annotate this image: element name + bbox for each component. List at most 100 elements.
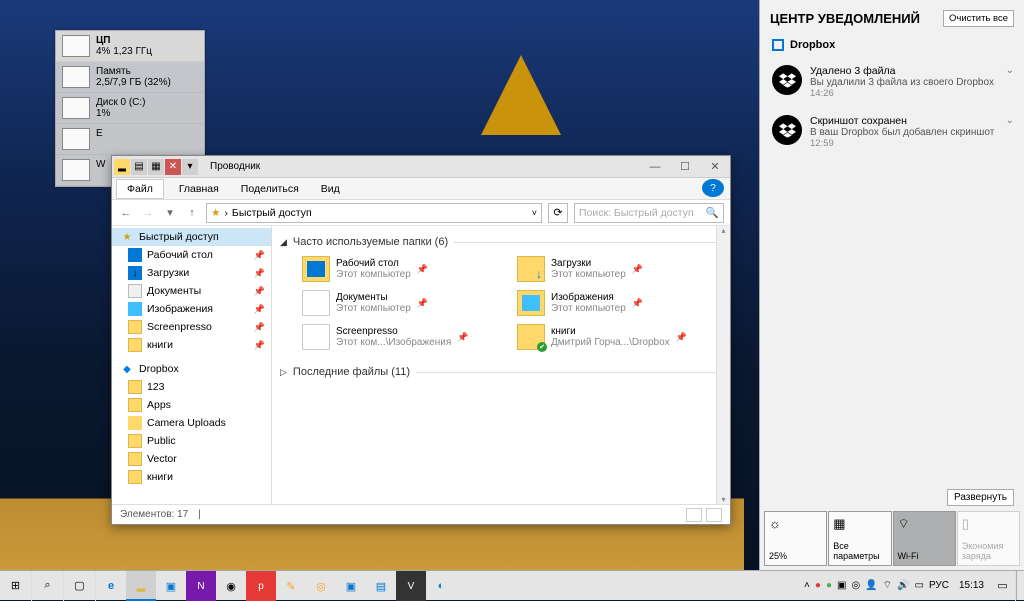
item-desktop[interactable]: Рабочий столЭтот компьютер📌 [300,254,507,284]
action-center: ЦЕНТР УВЕДОМЛЕНИЙ Очистить все Dropbox У… [759,0,1024,570]
star-icon: ★ [211,207,220,219]
qat-close[interactable]: ✕ [165,159,181,175]
qa-settings[interactable]: ▦Все параметры [828,511,891,566]
tray-location-icon[interactable]: ◎ [851,580,860,591]
nav-back[interactable]: ← [118,207,134,219]
sidebar-books2[interactable]: книги [112,468,271,486]
help-icon[interactable]: ? [702,179,724,197]
expand-button[interactable]: Развернуть [947,489,1014,506]
sidebar-quick-access[interactable]: ★Быстрый доступ [112,228,271,246]
status-bar: Элементов: 17| [112,504,730,524]
content-pane: ◢ Часто используемые папки (6) Рабочий с… [272,226,730,504]
chrome-app[interactable]: ◉ [216,571,246,601]
tray-wifi-icon[interactable]: ⌔ [883,579,892,592]
tray-circle-icon[interactable]: ● [815,580,821,591]
chevron-down-icon[interactable]: ⌄ [1006,65,1014,99]
explorer-titlebar[interactable]: ▂ ▤ ▦ ✕ ▾ Проводник — ☐ ✕ [112,156,730,178]
sidebar-apps[interactable]: Apps [112,396,271,414]
ribbon-file[interactable]: Файл [116,179,164,199]
tray-lang[interactable]: РУС [929,580,949,591]
group-recent[interactable]: ▷ Последние файлы (11) [280,366,722,378]
sidebar-123[interactable]: 123 [112,378,271,396]
qat-dropdown[interactable]: ▾ [182,159,198,175]
edge-app[interactable]: e [96,571,126,601]
tray-green-icon[interactable]: ● [826,580,832,591]
explorer-app[interactable]: ▂ [126,571,156,601]
tray-volume-icon[interactable]: 🔊 [897,580,909,591]
taskbar-clock[interactable]: 15:13 [953,580,990,591]
tray-box-icon[interactable]: ▣ [837,580,846,591]
search-box[interactable]: Поиск: Быстрый доступ 🔍 [574,203,724,223]
minimize-button[interactable]: — [640,156,670,178]
blue-app[interactable]: ▣ [336,571,366,601]
group-frequent[interactable]: ◢ Часто используемые папки (6) [280,236,722,248]
nav-forward[interactable]: → [140,207,156,219]
sidebar-pictures[interactable]: Изображения📌 [112,300,271,318]
notification-item[interactable]: Удалено 3 файла Вы удалили 3 файла из св… [760,57,1024,107]
task-view-button[interactable]: ▢ [64,571,96,601]
store-app[interactable]: ▣ [156,571,186,601]
sysmon-memory[interactable]: Память2,5/7,9 ГБ (32%) [56,62,204,93]
sidebar-books[interactable]: книги📌 [112,336,271,354]
tray-chevron-icon[interactable]: ˄ [804,580,810,591]
show-desktop-button[interactable] [1016,571,1024,600]
scrollbar[interactable] [716,226,730,504]
sidebar-dropbox[interactable]: ◆Dropbox [112,360,271,378]
pencil-app[interactable]: ✎ [276,571,306,601]
tray-people-icon[interactable]: 👤 [865,580,877,591]
sidebar-screenpresso[interactable]: Screenpresso📌 [112,318,271,336]
sidebar-vector[interactable]: Vector [112,450,271,468]
qa-battery[interactable]: ▯Экономия заряда [957,511,1020,566]
view-details-icon[interactable] [686,508,702,522]
b-app[interactable]: ▤ [366,571,396,601]
qat-properties[interactable]: ▤ [131,159,147,175]
sidebar-public[interactable]: Public [112,432,271,450]
ribbon-view[interactable]: Вид [310,179,351,199]
qat-icon-explorer[interactable]: ▂ [114,159,130,175]
item-pictures[interactable]: ИзображенияЭтот компьютер📌 [515,288,722,318]
system-tray: ˄ ● ● ▣ ◎ 👤 ⌔ 🔊 ▭ РУС [800,579,953,592]
sidebar-documents[interactable]: Документы📌 [112,282,271,300]
chevron-down-icon: ◢ [280,237,287,248]
view-tiles-icon[interactable] [706,508,722,522]
nav-recent[interactable]: ▾ [162,206,178,219]
circle-app[interactable]: ◎ [306,571,336,601]
item-books[interactable]: книгиДмитрий Горча...\Dropbox📌 [515,322,722,352]
qa-wifi[interactable]: ⌔Wi-Fi [893,511,956,566]
notification-item[interactable]: Скриншот сохранен В ваш Dropbox был доба… [760,107,1024,157]
item-downloads[interactable]: ЗагрузкиЭтот компьютер📌 [515,254,722,284]
close-button[interactable]: ✕ [700,156,730,178]
nav-up[interactable]: ↑ [184,207,200,219]
refresh-button[interactable]: ⟳ [548,203,568,223]
chevron-down-icon[interactable]: ⌄ [1006,115,1014,149]
notif-app-header[interactable]: Dropbox [760,33,1024,57]
sysmon-disk[interactable]: Диск 0 (C:)1% [56,93,204,124]
item-screenpresso[interactable]: ScreenpressoЭтот ком...\Изображения📌 [300,322,507,352]
sun-icon: ☼ [769,516,822,531]
address-bar[interactable]: ★ › Быстрый доступ ˅ [206,203,542,223]
start-button[interactable]: ⊞ [0,571,32,601]
sidebar-downloads[interactable]: ↓Загрузки📌 [112,264,271,282]
maximize-button[interactable]: ☐ [670,156,700,178]
action-center-icon[interactable]: ▭ [990,571,1016,601]
telegram-app[interactable]: ◐ [426,571,456,601]
sidebar-camera[interactable]: Camera Uploads [112,414,271,432]
pin-icon: 📌 [254,286,265,297]
search-button[interactable]: ⌕ [32,571,64,601]
ribbon: Файл Главная Поделиться Вид ? [112,178,730,200]
clear-all-button[interactable]: Очистить все [943,10,1014,27]
sysmon-ethernet[interactable]: E [56,124,204,155]
ribbon-share[interactable]: Поделиться [230,179,310,199]
qa-brightness[interactable]: ☼25% [764,511,827,566]
sidebar-desktop[interactable]: Рабочий стол📌 [112,246,271,264]
v-app[interactable]: V [396,571,426,601]
tray-battery-icon[interactable]: ▭ [914,580,923,591]
qat-newfolder[interactable]: ▦ [148,159,164,175]
ribbon-home[interactable]: Главная [168,179,230,199]
navigation-pane: ★Быстрый доступ Рабочий стол📌 ↓Загрузки📌… [112,226,272,504]
sysmon-cpu[interactable]: ЦП4% 1,23 ГГц [56,31,204,62]
item-documents[interactable]: ДокументыЭтот компьютер📌 [300,288,507,318]
ac-title: ЦЕНТР УВЕДОМЛЕНИЙ [770,11,920,26]
p-app[interactable]: p [246,571,276,601]
onenote-app[interactable]: N [186,571,216,601]
